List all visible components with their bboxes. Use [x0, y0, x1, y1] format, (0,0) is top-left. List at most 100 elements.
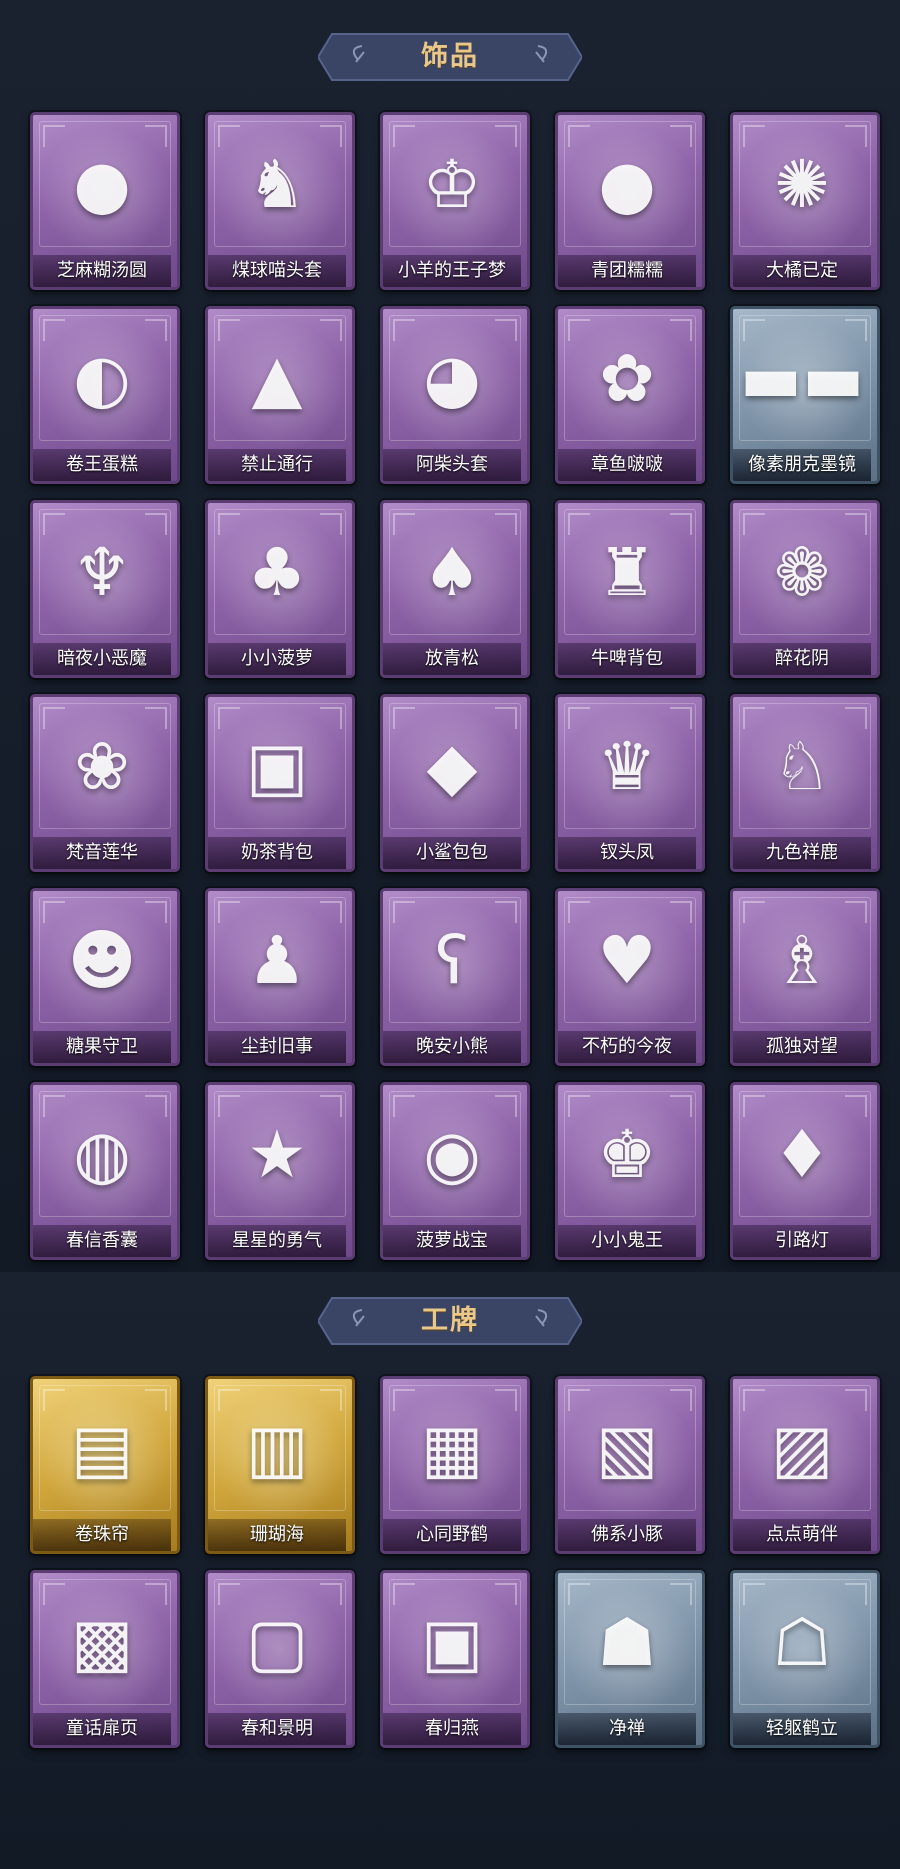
spring-badge-icon: ▢	[245, 1604, 309, 1681]
item-card[interactable]: ▥ 珊瑚海	[205, 1376, 355, 1554]
item-name: 芝麻糊汤圆	[57, 260, 147, 281]
item-name: 煤球喵头套	[232, 260, 322, 281]
lantern-icon: ♦	[772, 1116, 832, 1193]
item-name: 星星的勇气	[232, 1230, 322, 1251]
item-name: 禁止通行	[241, 454, 313, 475]
item-card[interactable]: ☖ 轻躯鹤立	[730, 1570, 880, 1748]
item-card[interactable]: ▧ 佛系小豚	[555, 1376, 705, 1554]
pig-charm-icon: ♥	[597, 922, 657, 999]
item-name: 阿柴头套	[416, 454, 488, 475]
item-name: 糖果守卫	[66, 1036, 138, 1057]
item-name: 小小菠萝	[241, 648, 313, 669]
section-header-accessories: 饰品	[318, 30, 582, 84]
item-card[interactable]: ◉ 菠萝战宝	[380, 1082, 530, 1260]
section-title: 工牌	[421, 1305, 479, 1336]
item-card[interactable]: ☻ 糖果守卫	[30, 888, 180, 1066]
item-name: 点点萌伴	[766, 1524, 838, 1545]
pumpkin-guard-icon: ☻	[67, 922, 137, 999]
item-name: 晚安小熊	[416, 1036, 488, 1057]
green-dumpling-icon: ●	[598, 146, 656, 223]
coral-sea-badge-icon: ▥	[245, 1410, 309, 1487]
item-card[interactable]: ♆ 暗夜小恶魔	[30, 500, 180, 678]
item-name: 轻躯鹤立	[766, 1718, 838, 1739]
item-card[interactable]: ♜ 牛啤背包	[555, 500, 705, 678]
item-card[interactable]: ʕ 晚安小熊	[380, 888, 530, 1066]
item-name: 春信香囊	[66, 1230, 138, 1251]
item-name: 九色祥鹿	[766, 842, 838, 863]
item-name: 牛啤背包	[591, 648, 663, 669]
flower-ornament-icon: ❁	[774, 534, 830, 611]
item-card[interactable]: ♠ 放青松	[380, 500, 530, 678]
item-name: 引路灯	[775, 1230, 829, 1251]
boy-charm-icon: ♟	[247, 922, 307, 999]
item-name: 童话扉页	[66, 1718, 138, 1739]
section-title: 饰品	[421, 41, 479, 72]
item-name: 钗头凤	[600, 842, 654, 863]
item-card[interactable]: ★ 星星的勇气	[205, 1082, 355, 1260]
item-card[interactable]: ☗ 净禅	[555, 1570, 705, 1748]
fairytale-badge-icon: ▩	[70, 1604, 134, 1681]
item-card[interactable]: ◆ 小鲨包包	[380, 694, 530, 872]
item-card[interactable]: ♔ 小羊的王子梦	[380, 112, 530, 290]
item-card[interactable]: ♟ 尘封旧事	[205, 888, 355, 1066]
octopus-icon: ✿	[599, 340, 655, 417]
pineapple-robot-icon: ◉	[423, 1116, 481, 1193]
item-card[interactable]: ♛ 钗头凤	[555, 694, 705, 872]
item-card[interactable]: ▣ 奶茶背包	[205, 694, 355, 872]
figure-charm-icon: ♗	[772, 922, 832, 999]
item-name: 奶茶背包	[241, 842, 313, 863]
item-name: 菠萝战宝	[416, 1230, 488, 1251]
planet-charm-icon: ★	[247, 1116, 307, 1193]
item-card[interactable]: ▩ 童话扉页	[30, 1570, 180, 1748]
item-card[interactable]: ▲ 禁止通行	[205, 306, 355, 484]
item-name: 心同野鹤	[416, 1524, 488, 1545]
item-card[interactable]: ◍ 春信香囊	[30, 1082, 180, 1260]
item-name: 孤独对望	[766, 1036, 838, 1057]
item-card[interactable]: ▦ 心同野鹤	[380, 1376, 530, 1554]
item-card[interactable]: ✿ 章鱼啵啵	[555, 306, 705, 484]
item-card[interactable]: ◐ 卷王蛋糕	[30, 306, 180, 484]
item-name: 佛系小豚	[591, 1524, 663, 1545]
pixel-sunglasses-icon: ▬▬	[739, 340, 865, 417]
meadow-badge-icon: ▨	[770, 1410, 834, 1487]
item-card[interactable]: ♣ 小小菠萝	[205, 500, 355, 678]
curtain-badge-icon: ▤	[70, 1410, 134, 1487]
item-card[interactable]: ▬▬ 像素朋克墨镜	[730, 306, 880, 484]
item-card[interactable]: ♥ 不朽的今夜	[555, 888, 705, 1066]
item-name: 卷珠帘	[75, 1524, 129, 1545]
item-name: 不朽的今夜	[582, 1036, 672, 1057]
item-card[interactable]: ❀ 梵音莲华	[30, 694, 180, 872]
item-name: 醉花阴	[775, 648, 829, 669]
roll-cake-icon: ◐	[73, 340, 131, 417]
item-card[interactable]: ▢ 春和景明	[205, 1570, 355, 1748]
item-name: 放青松	[425, 648, 479, 669]
swallow-badge-icon: ▣	[420, 1604, 484, 1681]
zen-silhouette-badge-icon: ☗	[597, 1604, 657, 1681]
orange-slice-icon: ✺	[774, 146, 830, 223]
item-name: 青团糯糯	[591, 260, 663, 281]
item-card[interactable]: ♗ 孤独对望	[730, 888, 880, 1066]
item-card[interactable]: ▤ 卷珠帘	[30, 1376, 180, 1554]
deer-charm-icon: ♘	[772, 728, 832, 805]
item-card[interactable]: ♚ 小小鬼王	[555, 1082, 705, 1260]
item-card[interactable]: ❁ 醉花阴	[730, 500, 880, 678]
item-card[interactable]: ♦ 引路灯	[730, 1082, 880, 1260]
item-card[interactable]: ● 芝麻糊汤圆	[30, 112, 180, 290]
item-name: 春归燕	[425, 1718, 479, 1739]
item-card[interactable]: ◕ 阿柴头套	[380, 306, 530, 484]
crane-silhouette-badge-icon: ☖	[772, 1604, 832, 1681]
crane-badge-icon: ▦	[420, 1410, 484, 1487]
item-name: 暗夜小恶魔	[57, 648, 147, 669]
item-card[interactable]: ♘ 九色祥鹿	[730, 694, 880, 872]
section-header-badges: 工牌	[318, 1294, 582, 1348]
item-card[interactable]: ▣ 春归燕	[380, 1570, 530, 1748]
item-card[interactable]: ✺ 大橘已定	[730, 112, 880, 290]
item-name: 梵音莲华	[66, 842, 138, 863]
item-name: 小小鬼王	[591, 1230, 663, 1251]
item-card[interactable]: ● 青团糯糯	[555, 112, 705, 290]
item-card[interactable]: ▨ 点点萌伴	[730, 1376, 880, 1554]
item-card[interactable]: ♞ 煤球喵头套	[205, 112, 355, 290]
item-name: 大橘已定	[766, 260, 838, 281]
sheep-crown-icon: ♔	[422, 146, 482, 223]
ghost-king-icon: ♚	[597, 1116, 657, 1193]
